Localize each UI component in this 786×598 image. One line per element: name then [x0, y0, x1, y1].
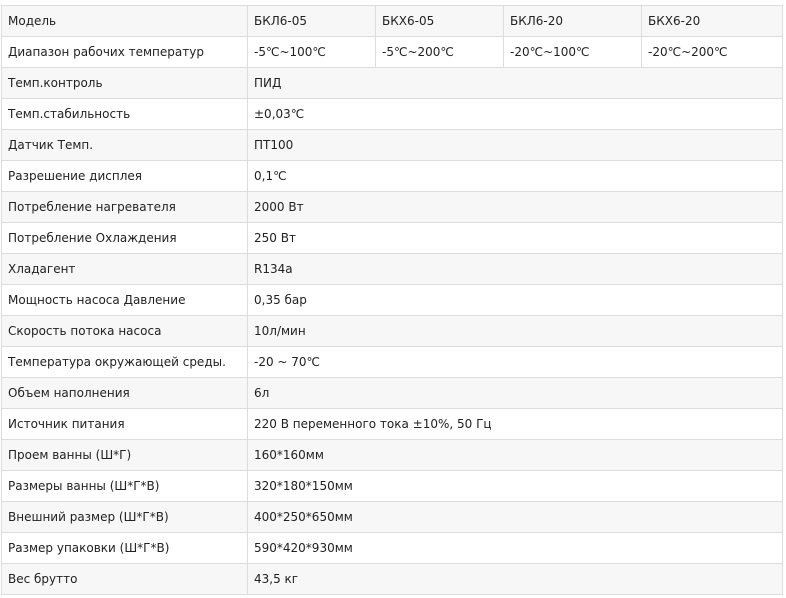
row-label: Мощность насоса Давление: [1, 284, 248, 316]
table-row: Внешний размер (Ш*Г*В) 400*250*650мм: [1, 501, 783, 533]
table-row: Проем ванны (Ш*Г) 160*160мм: [1, 439, 783, 471]
model-name: БКЛ6-20: [503, 5, 642, 37]
row-value: 2000 Вт: [247, 191, 783, 223]
row-value: 6л: [247, 377, 783, 409]
row-label: Размер упаковки (Ш*Г*В): [1, 532, 248, 564]
table-row: Скорость потока насоса 10л/мин: [1, 315, 783, 347]
model-name: БКЛ6-05: [247, 5, 376, 37]
row-value: ПТ100: [247, 129, 783, 161]
table-row: Вес брутто 43,5 кг: [1, 563, 783, 595]
table-row: Темп.стабильность ±0,03℃: [1, 98, 783, 130]
row-value: 220 В переменного тока ±10%, 50 Гц: [247, 408, 783, 440]
table-row-temp-range: Диапазон рабочих температур -5℃~100℃ -5℃…: [1, 36, 783, 68]
spec-table-body: Модель БКЛ6-05 БКХ6-05 БКЛ6-20 БКХ6-20 Д…: [1, 5, 783, 595]
row-label: Потребление нагревателя: [1, 191, 248, 223]
table-row: Датчик Темп. ПТ100: [1, 129, 783, 161]
row-label: Хладагент: [1, 253, 248, 285]
row-value: 590*420*930мм: [247, 532, 783, 564]
row-label: Датчик Темп.: [1, 129, 248, 161]
row-value: -5℃~100℃: [247, 36, 376, 68]
table-row: Потребление Охлаждения 250 Вт: [1, 222, 783, 254]
row-label: Объем наполнения: [1, 377, 248, 409]
table-row-model: Модель БКЛ6-05 БКХ6-05 БКЛ6-20 БКХ6-20: [1, 5, 783, 37]
table-row: Источник питания 220 В переменного тока ±…: [1, 408, 783, 440]
row-value: 160*160мм: [247, 439, 783, 471]
row-value: ПИД: [247, 67, 783, 99]
row-value: 250 Вт: [247, 222, 783, 254]
row-label: Диапазон рабочих температур: [1, 36, 248, 68]
spec-table: Модель БКЛ6-05 БКХ6-05 БКЛ6-20 БКХ6-20 Д…: [1, 5, 783, 595]
table-row: Темп.контроль ПИД: [1, 67, 783, 99]
row-value: -20 ~ 70℃: [247, 346, 783, 378]
row-value: -5℃~200℃: [375, 36, 504, 68]
row-label: Разрешение дисплея: [1, 160, 248, 192]
row-value: 43,5 кг: [247, 563, 783, 595]
row-label: Температура окружающей среды.: [1, 346, 248, 378]
table-row: Разрешение дисплея 0,1℃: [1, 160, 783, 192]
table-row: Объем наполнения 6л: [1, 377, 783, 409]
row-label: Модель: [1, 5, 248, 37]
row-label: Темп.стабильность: [1, 98, 248, 130]
row-label: Источник питания: [1, 408, 248, 440]
table-row: Потребление нагревателя 2000 Вт: [1, 191, 783, 223]
row-label: Темп.контроль: [1, 67, 248, 99]
table-row: Размеры ванны (Ш*Г*В) 320*180*150мм: [1, 470, 783, 502]
row-value: -20℃~200℃: [641, 36, 783, 68]
row-value: 0,1℃: [247, 160, 783, 192]
row-value: 320*180*150мм: [247, 470, 783, 502]
model-name: БКХ6-05: [375, 5, 504, 37]
row-label: Потребление Охлаждения: [1, 222, 248, 254]
row-value: 0,35 бар: [247, 284, 783, 316]
table-row: Размер упаковки (Ш*Г*В) 590*420*930мм: [1, 532, 783, 564]
model-name: БКХ6-20: [641, 5, 783, 37]
table-row: Температура окружающей среды. -20 ~ 70℃: [1, 346, 783, 378]
row-label: Размеры ванны (Ш*Г*В): [1, 470, 248, 502]
row-value: -20℃~100℃: [503, 36, 642, 68]
row-value: R134a: [247, 253, 783, 285]
row-label: Вес брутто: [1, 563, 248, 595]
row-label: Проем ванны (Ш*Г): [1, 439, 248, 471]
row-value: ±0,03℃: [247, 98, 783, 130]
table-row: Хладагент R134a: [1, 253, 783, 285]
row-value: 400*250*650мм: [247, 501, 783, 533]
row-value: 10л/мин: [247, 315, 783, 347]
row-label: Скорость потока насоса: [1, 315, 248, 347]
table-row: Мощность насоса Давление 0,35 бар: [1, 284, 783, 316]
row-label: Внешний размер (Ш*Г*В): [1, 501, 248, 533]
